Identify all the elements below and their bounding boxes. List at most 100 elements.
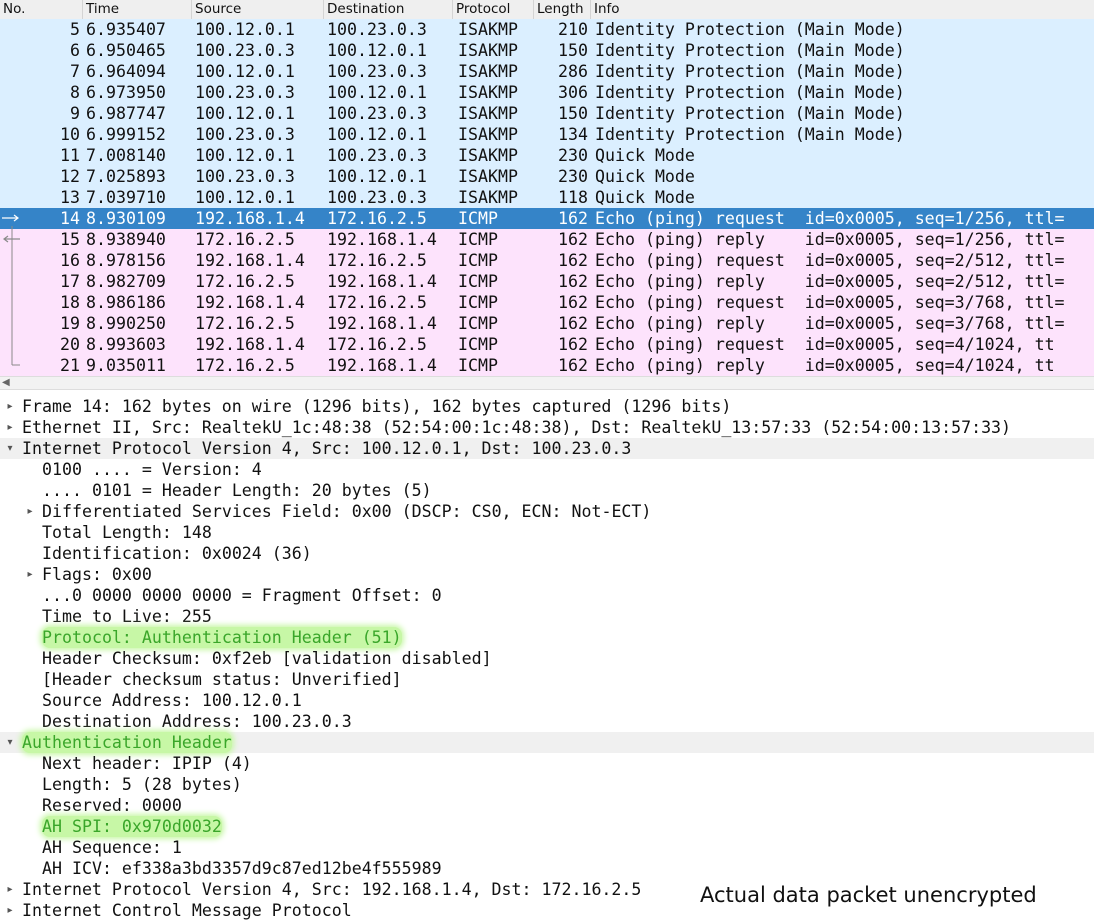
cell-source: 100.23.0.3 — [195, 167, 295, 186]
packet-row[interactable]: 7 6.964094 100.12.0.1 100.23.0.3 ISAKMP 286 Id… — [0, 61, 1094, 82]
packet-row[interactable]: 15 8.938940 172.16.2.5 192.168.1.4 ICMP 162 Ec… — [0, 229, 1094, 250]
packet-row[interactable]: 20 8.993603 192.168.1.4 172.16.2.5 ICMP 162 Ec… — [0, 334, 1094, 355]
collapse-arrow-icon[interactable]: ▸ — [3, 396, 17, 417]
cell-protocol: ISAKMP — [458, 188, 518, 207]
column-header-destination[interactable]: Destination — [324, 0, 453, 19]
cell-length: 162 — [558, 356, 588, 375]
packet-row[interactable]: 19 8.990250 172.16.2.5 192.168.1.4 ICMP 162 Ec… — [0, 313, 1094, 334]
cell-destination: 192.168.1.4 — [327, 272, 437, 291]
detail-text: Length: 5 (28 bytes) — [42, 775, 242, 794]
cell-time: 8.986186 — [86, 293, 166, 312]
detail-row[interactable]: ▾ Internet Protocol Version 4, Src: 100.1… — [0, 438, 1094, 459]
packet-row[interactable]: 12 7.025893 100.23.0.3 100.12.0.1 ISAKMP 230 Q… — [0, 166, 1094, 187]
cell-info: Identity Protection (Main Mode) — [595, 20, 905, 39]
detail-text: ...0 0000 0000 0000 = Fragment Offset: 0 — [42, 586, 442, 605]
collapse-arrow-icon[interactable]: ▸ — [3, 879, 17, 900]
column-header-protocol[interactable]: Protocol — [453, 0, 534, 19]
packet-row[interactable]: 14 8.930109 192.168.1.4 172.16.2.5 ICMP 162 Ec… — [0, 208, 1094, 229]
cell-info: Echo (ping) reply id=0x0005, seq=4/1024,… — [595, 356, 1055, 375]
cell-source: 172.16.2.5 — [195, 314, 295, 333]
cell-time: 8.993603 — [86, 335, 166, 354]
column-header-source[interactable]: Source — [192, 0, 324, 19]
detail-row[interactable]: Header Checksum: 0xf2eb [validation disa… — [0, 648, 1094, 669]
detail-row[interactable]: ▾ Authentication Header — [0, 732, 1094, 753]
detail-row[interactable]: Identification: 0x0024 (36) — [0, 543, 1094, 564]
detail-row[interactable]: Total Length: 148 — [0, 522, 1094, 543]
cell-source: 100.12.0.1 — [195, 104, 295, 123]
scroll-left-arrow-icon[interactable]: ◀ — [2, 377, 10, 389]
detail-row[interactable]: Destination Address: 100.23.0.3 — [0, 711, 1094, 732]
cell-protocol: ICMP — [458, 230, 498, 249]
cell-no: 15 — [60, 230, 80, 249]
detail-row[interactable]: Protocol: Authentication Header (51) — [0, 627, 1094, 648]
packet-row[interactable]: 13 7.039710 100.12.0.1 100.23.0.3 ISAKMP 118 Q… — [0, 187, 1094, 208]
detail-row[interactable]: Source Address: 100.12.0.1 — [0, 690, 1094, 711]
cell-no: 20 — [60, 335, 80, 354]
cell-source: 100.12.0.1 — [195, 146, 295, 165]
cell-length: 230 — [558, 167, 588, 186]
detail-row[interactable]: [Header checksum status: Unverified] — [0, 669, 1094, 690]
packet-row[interactable]: 10 6.999152 100.23.0.3 100.12.0.1 ISAKMP 134 I… — [0, 124, 1094, 145]
detail-row[interactable]: Reserved: 0000 — [0, 795, 1094, 816]
packet-row[interactable]: 18 8.986186 192.168.1.4 172.16.2.5 ICMP 162 Ec… — [0, 292, 1094, 313]
detail-row[interactable]: ▸ Flags: 0x00 — [0, 564, 1094, 585]
cell-protocol: ICMP — [458, 293, 498, 312]
column-header-info[interactable]: Info — [591, 0, 1094, 19]
expand-arrow-icon[interactable]: ▾ — [3, 732, 17, 753]
detail-text: AH ICV: ef338a3bd3357d9c87ed12be4f555989 — [42, 859, 442, 878]
cell-protocol: ICMP — [458, 356, 498, 375]
cell-no: 17 — [60, 272, 80, 291]
detail-row[interactable]: Length: 5 (28 bytes) — [0, 774, 1094, 795]
cell-info: Echo (ping) request id=0x0005, seq=3/768… — [595, 293, 1065, 312]
packet-row[interactable]: 11 7.008140 100.12.0.1 100.23.0.3 ISAKMP 230 Q… — [0, 145, 1094, 166]
cell-source: 100.23.0.3 — [195, 83, 295, 102]
collapse-arrow-icon[interactable]: ▸ — [23, 564, 37, 585]
cell-source: 172.16.2.5 — [195, 230, 295, 249]
packet-row[interactable]: 8 6.973950 100.23.0.3 100.12.0.1 ISAKMP 306 Id… — [0, 82, 1094, 103]
detail-row[interactable]: .... 0101 = Header Length: 20 bytes (5) — [0, 480, 1094, 501]
column-header-time[interactable]: Time — [83, 0, 192, 19]
packet-list[interactable]: 5 6.935407 100.12.0.1 100.23.0.3 ISAKMP 210 Id… — [0, 19, 1094, 376]
detail-row[interactable]: Time to Live: 255 — [0, 606, 1094, 627]
cell-source: 192.168.1.4 — [195, 251, 305, 270]
cell-source: 192.168.1.4 — [195, 293, 305, 312]
detail-row[interactable]: ...0 0000 0000 0000 = Fragment Offset: 0 — [0, 585, 1094, 606]
cell-protocol: ICMP — [458, 272, 498, 291]
detail-row[interactable]: AH ICV: ef338a3bd3357d9c87ed12be4f555989 — [0, 858, 1094, 879]
detail-text: Flags: 0x00 — [42, 565, 152, 584]
detail-row[interactable]: AH SPI: 0x970d0032 — [0, 816, 1094, 837]
detail-row[interactable]: ▸ Ethernet II, Src: RealtekU_1c:48:38 (52… — [0, 417, 1094, 438]
collapse-arrow-icon[interactable]: ▸ — [3, 417, 17, 438]
cell-info: Echo (ping) reply id=0x0005, seq=1/256, … — [595, 230, 1065, 249]
collapse-arrow-icon[interactable]: ▸ — [23, 501, 37, 522]
cell-info: Identity Protection (Main Mode) — [595, 62, 905, 81]
column-header-no[interactable]: No. — [0, 0, 83, 19]
conversation-tree-gutter — [2, 214, 20, 366]
packet-row[interactable]: 17 8.982709 172.16.2.5 192.168.1.4 ICMP 162 Ec… — [0, 271, 1094, 292]
detail-row[interactable]: 0100 .... = Version: 4 — [0, 459, 1094, 480]
cell-length: 230 — [558, 146, 588, 165]
packet-row[interactable]: 5 6.935407 100.12.0.1 100.23.0.3 ISAKMP 210 Id… — [0, 19, 1094, 40]
cell-time: 8.978156 — [86, 251, 166, 270]
cell-protocol: ISAKMP — [458, 62, 518, 81]
collapse-arrow-icon[interactable]: ▸ — [3, 900, 17, 921]
cell-length: 306 — [558, 83, 588, 102]
packet-list-horizontal-scrollbar[interactable]: ◀ — [0, 376, 1094, 390]
packet-details-tree[interactable]: ▸ Frame 14: 162 bytes on wire (1296 bits)… — [0, 396, 1094, 921]
cell-destination: 100.12.0.1 — [327, 125, 427, 144]
detail-row[interactable]: AH Sequence: 1 — [0, 837, 1094, 858]
detail-row[interactable]: Next header: IPIP (4) — [0, 753, 1094, 774]
cell-destination: 172.16.2.5 — [327, 293, 427, 312]
detail-row[interactable]: ▸ Differentiated Services Field: 0x00 (DS… — [0, 501, 1094, 522]
packet-row[interactable]: 9 6.987747 100.12.0.1 100.23.0.3 ISAKMP 150 Id… — [0, 103, 1094, 124]
expand-arrow-icon[interactable]: ▾ — [3, 438, 17, 459]
detail-text: Frame 14: 162 bytes on wire (1296 bits),… — [22, 397, 732, 416]
column-header-length[interactable]: Length — [534, 0, 591, 19]
cell-info: Echo (ping) request id=0x0005, seq=4/102… — [595, 335, 1055, 354]
packet-row[interactable]: 6 6.950465 100.23.0.3 100.12.0.1 ISAKMP 150 Id… — [0, 40, 1094, 61]
packet-row[interactable]: 21 9.035011 172.16.2.5 192.168.1.4 ICMP 162 Ec… — [0, 355, 1094, 376]
cell-time: 9.035011 — [86, 356, 166, 375]
detail-row[interactable]: ▸ Frame 14: 162 bytes on wire (1296 bits)… — [0, 396, 1094, 417]
packet-row[interactable]: 16 8.978156 192.168.1.4 172.16.2.5 ICMP 162 Ec… — [0, 250, 1094, 271]
detail-text: .... 0101 = Header Length: 20 bytes (5) — [42, 481, 432, 500]
